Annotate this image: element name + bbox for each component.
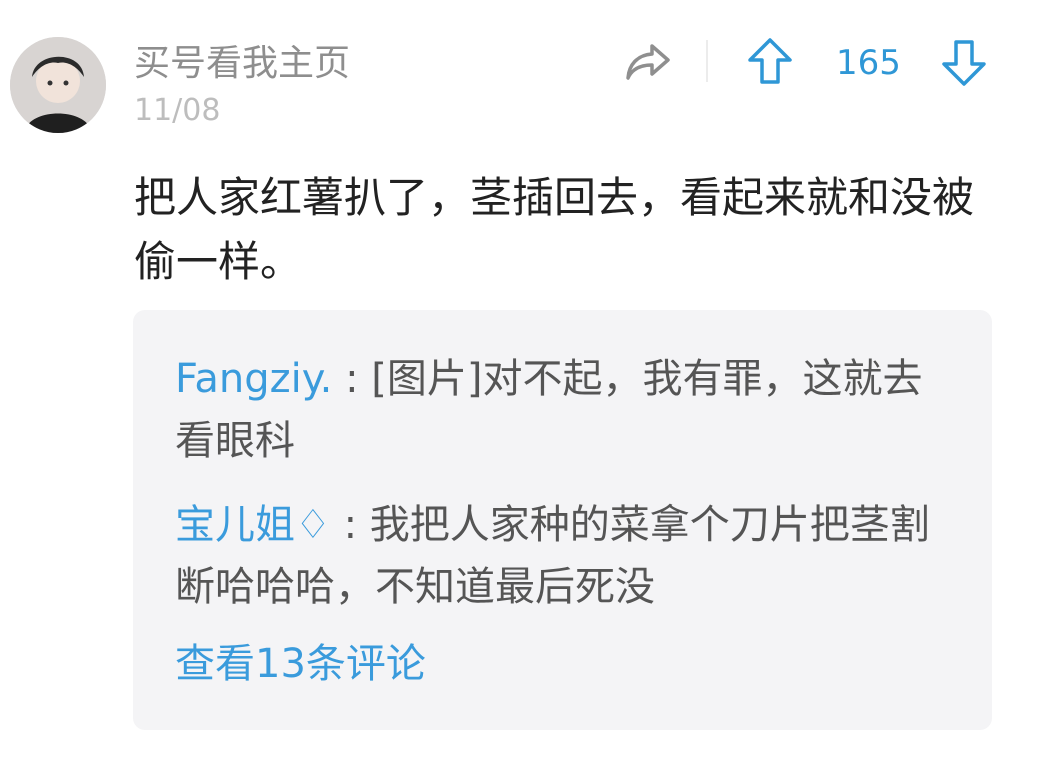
view-all-comments-link[interactable]: 查看13条评论: [175, 636, 426, 692]
share-arrow-icon: [626, 44, 670, 80]
vote-score: 165: [836, 43, 901, 83]
comment-author[interactable]: Fangziy.: [175, 356, 332, 402]
arrow-up-icon: [748, 38, 792, 84]
comment-item[interactable]: Fangziy. : [图片]对不起，我有罪，这就去看眼科: [175, 348, 955, 472]
avatar[interactable]: [10, 37, 106, 133]
comment-separator: :: [330, 502, 370, 548]
comments-preview: Fangziy. : [图片]对不起，我有罪，这就去看眼科 宝儿姐♢ : 我把人…: [133, 310, 992, 730]
post-date: 11/08: [134, 93, 221, 128]
comment-separator: :: [332, 356, 372, 402]
action-divider: [706, 40, 708, 82]
post-text: 把人家红薯扒了，茎插回去，看起来就和没被偷一样。: [134, 173, 975, 286]
upvote-button[interactable]: [746, 36, 794, 88]
arrow-down-icon: [942, 40, 986, 86]
share-button[interactable]: [622, 38, 674, 86]
comment-author[interactable]: 宝儿姐♢: [175, 502, 331, 548]
comment-item[interactable]: 宝儿姐♢ : 我把人家种的菜拿个刀片把茎割断哈哈哈，不知道最后死没: [175, 494, 955, 618]
post-username[interactable]: 买号看我主页: [134, 40, 350, 88]
downvote-button[interactable]: [940, 36, 988, 88]
